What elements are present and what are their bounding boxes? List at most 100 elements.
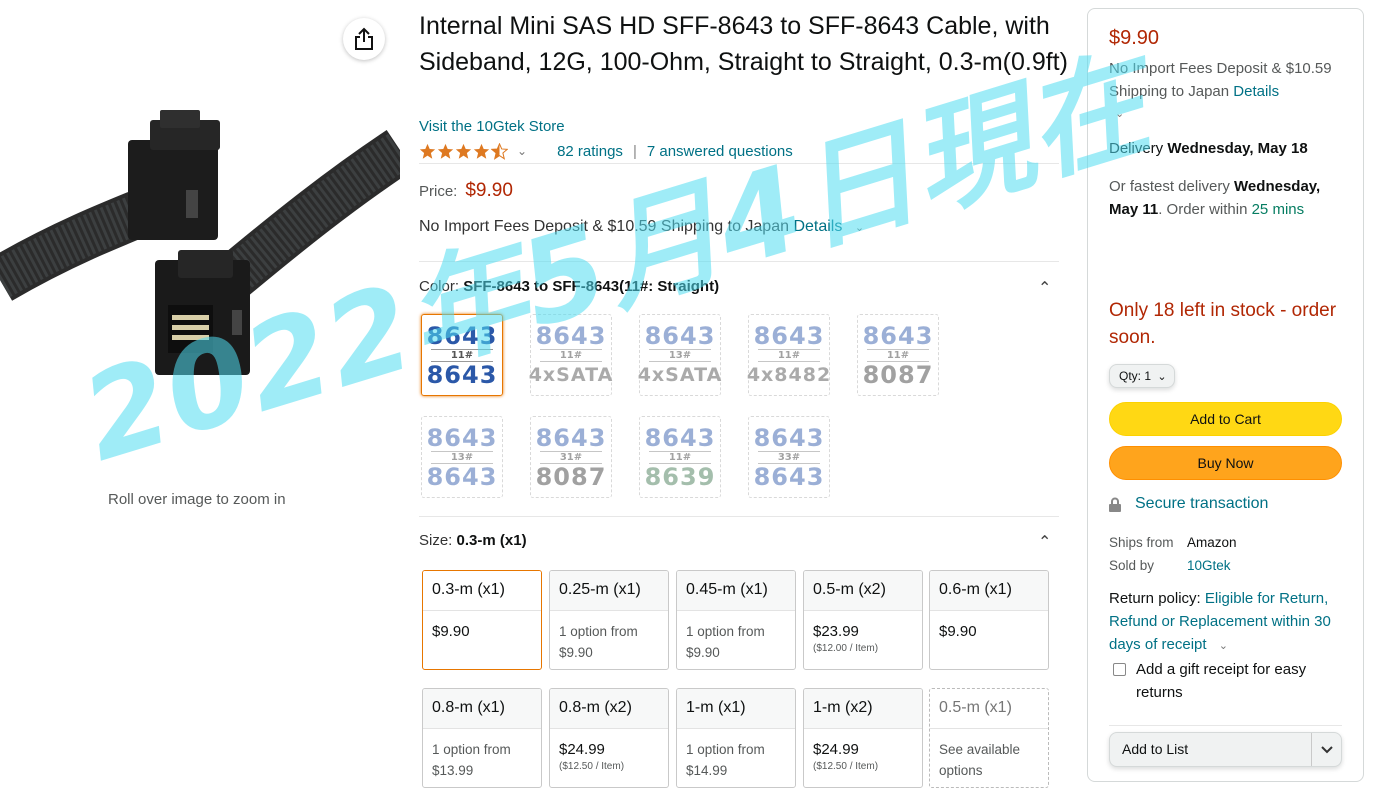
color-selector-label: Color: SFF-8643 to SFF-8643(11#: Straigh… <box>419 278 719 295</box>
countdown: 25 mins <box>1251 201 1305 218</box>
size-option-price: $9.90 <box>686 645 720 660</box>
lock-icon <box>1109 497 1121 512</box>
swatch-mid: 11# <box>867 348 929 362</box>
size-option-price: $13.99 <box>432 763 474 778</box>
size-option[interactable]: 0.25-m (x1) 1 option from $9.90 <box>549 570 669 670</box>
size-option[interactable]: 0.3-m (x1) $9.90 <box>422 570 542 670</box>
chevron-down-icon[interactable]: ⌄ <box>1115 107 1355 120</box>
secure-transaction[interactable]: Secure transaction <box>1109 495 1349 513</box>
seller-link[interactable]: 10Gtek <box>1187 558 1231 573</box>
size-option-price: $9.90 <box>559 645 593 660</box>
price-value: $9.90 <box>465 180 513 201</box>
size-option-name: 1-m (x1) <box>677 689 795 729</box>
color-swatch[interactable]: 8643 11# 4x8482 <box>746 314 832 396</box>
gift-receipt-checkbox[interactable] <box>1113 663 1126 676</box>
swatch-bottom: 8643 <box>426 462 498 491</box>
chevron-down-icon[interactable] <box>1311 733 1341 766</box>
details-link[interactable]: Details <box>793 218 842 235</box>
delivery-date: Wednesday, May 18 <box>1167 140 1308 157</box>
size-option-note: See available <box>939 742 1021 757</box>
size-option-name: 0.5-m (x2) <box>804 571 922 611</box>
chevron-down-icon[interactable]: ⌄ <box>517 144 527 158</box>
size-option-name: 1-m (x2) <box>804 689 922 729</box>
color-swatch[interactable]: 8643 13# 4xSATA <box>637 314 723 396</box>
size-option-price: $24.99 <box>813 741 859 758</box>
swatch-top: 8643 <box>862 321 934 350</box>
color-swatch[interactable]: 8643 13# 8643 <box>421 416 503 498</box>
color-swatch[interactable]: 8643 33# 8643 <box>748 416 830 498</box>
size-option[interactable]: 0.8-m (x1) 1 option from $13.99 <box>422 688 542 788</box>
size-option[interactable]: 0.6-m (x1) $9.90 <box>929 570 1049 670</box>
chevron-down-icon[interactable]: ⌄ <box>1219 640 1228 652</box>
size-option-name: 0.8-m (x1) <box>423 689 541 729</box>
add-to-cart-button[interactable]: Add to Cart <box>1109 402 1342 436</box>
chevron-down-icon[interactable]: ⌄ <box>855 222 864 234</box>
rating-stars[interactable] <box>419 142 509 160</box>
swatch-top: 8643 <box>753 321 825 350</box>
size-option-name: 0.6-m (x1) <box>930 571 1048 611</box>
swatch-bottom: 4xSATA <box>528 363 614 386</box>
answered-questions-link[interactable]: 7 answered questions <box>647 143 793 160</box>
swatch-mid: 31# <box>540 450 602 464</box>
ships-sold-info: Ships from Amazon Sold by 10Gtek <box>1109 531 1349 577</box>
stock-status: Only 18 left in stock - order soon. <box>1109 300 1337 348</box>
swatch-mid: 13# <box>431 450 493 464</box>
size-option-name: 0.3-m (x1) <box>423 571 541 611</box>
divider <box>1109 725 1342 726</box>
star-full-icon <box>455 143 472 159</box>
size-option-price: $14.99 <box>686 763 728 778</box>
color-swatch[interactable]: 8643 11# 8087 <box>857 314 939 396</box>
share-button[interactable] <box>343 18 385 60</box>
swatch-mid: 11# <box>540 348 602 362</box>
buy-now-button[interactable]: Buy Now <box>1109 446 1342 480</box>
chevron-up-icon[interactable]: ⌃ <box>1038 278 1051 298</box>
add-to-list-button[interactable]: Add to List <box>1109 732 1342 767</box>
color-swatch[interactable]: 8643 11# 4xSATA <box>528 314 614 396</box>
size-option[interactable]: 0.5-m (x2) $23.99 ($12.00 / Item) <box>803 570 923 670</box>
size-option-name: 0.45-m (x1) <box>677 571 795 611</box>
size-option[interactable]: 0.8-m (x2) $24.99 ($12.50 / Item) <box>549 688 669 788</box>
size-option-price: $23.99 <box>813 623 859 640</box>
color-label: Color: <box>419 278 460 295</box>
size-option[interactable]: 1-m (x1) 1 option from $14.99 <box>676 688 796 788</box>
delivery-prefix: Delivery <box>1109 140 1164 157</box>
color-swatch[interactable]: 8643 31# 8087 <box>530 416 612 498</box>
store-link[interactable]: Visit the 10Gtek Store <box>419 118 565 135</box>
star-full-icon <box>419 143 436 159</box>
swatch-top: 8643 <box>426 321 498 350</box>
swatch-bottom: 4xSATA <box>637 363 723 386</box>
size-option[interactable]: 0.45-m (x1) 1 option from $9.90 <box>676 570 796 670</box>
import-fees-row: No Import Fees Deposit & $10.59 Shipping… <box>419 218 864 236</box>
size-option-note: 1 option from <box>559 624 638 639</box>
gift-receipt-label: Add a gift receipt for easy returns <box>1136 661 1307 701</box>
swatch-bottom: 4x8482 <box>746 363 832 386</box>
size-selector-label: Size: 0.3-m (x1) <box>419 532 527 549</box>
size-option-note: 1 option from <box>686 742 765 757</box>
size-option-note: options <box>939 763 983 778</box>
zoom-hint: Roll over image to zoom in <box>108 491 286 508</box>
color-swatch[interactable]: 8643 11# 8639 <box>639 416 721 498</box>
buybox-details-link[interactable]: Details <box>1233 83 1279 100</box>
quantity-dropdown[interactable]: Qty: 1 ⌄ <box>1109 364 1175 388</box>
size-option-unit-price: ($12.50 / Item) <box>813 761 879 772</box>
size-option[interactable]: 1-m (x2) $24.99 ($12.50 / Item) <box>803 688 923 788</box>
size-label: Size: <box>419 532 453 549</box>
swatch-top: 8643 <box>644 423 716 452</box>
product-title: Internal Mini SAS HD SFF-8643 to SFF-864… <box>419 12 1068 76</box>
swatch-mid: 11# <box>758 348 820 362</box>
swatch-mid: 33# <box>758 450 820 464</box>
separator: | <box>632 142 637 160</box>
swatch-top: 8643 <box>535 321 607 350</box>
secure-transaction-link[interactable]: Secure transaction <box>1135 495 1268 513</box>
chevron-up-icon[interactable]: ⌃ <box>1038 532 1051 552</box>
size-option[interactable]: 0.5-m (x1) See available options <box>929 688 1049 788</box>
color-swatch[interactable]: 8643 11# 8643 <box>421 314 503 396</box>
buybox-import-fees: No Import Fees Deposit & $10.59 Shipping… <box>1109 57 1349 103</box>
ratings-link[interactable]: 82 ratings <box>557 143 623 160</box>
gift-receipt-option[interactable]: Add a gift receipt for easy returns <box>1109 658 1349 704</box>
buybox-price: $9.90 <box>1109 27 1160 49</box>
size-option-price: $24.99 <box>559 741 605 758</box>
size-option-unit-price: ($12.50 / Item) <box>559 761 625 772</box>
product-image[interactable] <box>0 110 400 400</box>
fastest-prefix: Or fastest delivery <box>1109 178 1230 195</box>
